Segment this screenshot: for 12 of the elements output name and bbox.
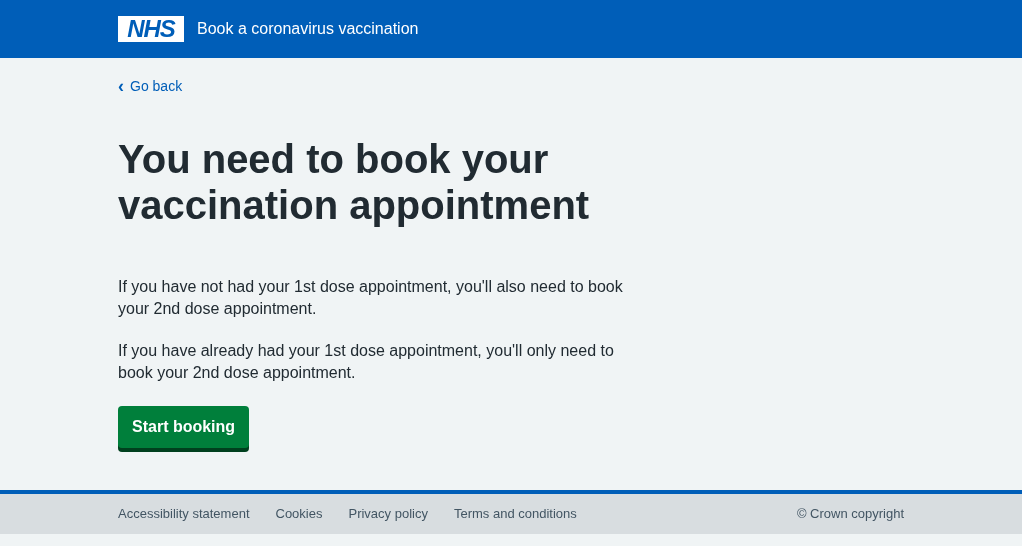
nhs-logo[interactable]: NHS <box>118 16 184 42</box>
footer-link[interactable]: Accessibility statement <box>118 506 250 521</box>
body-text: If you have not had your 1st dose appointment, you'll also need to book your 2nd dose appointment. <box>118 277 624 319</box>
chevron-icon: ‹ <box>118 79 124 93</box>
footer-link[interactable]: Privacy policy <box>348 506 428 521</box>
copyright-text: © Crown copyright <box>796 506 904 521</box>
back-link[interactable]: Go back <box>130 78 183 94</box>
body-text: If you have already had your 1st dose appointment, you'll only need to book your 2nd dose appointment. <box>118 341 615 383</box>
footer-link[interactable]: Terms and conditions <box>453 506 577 521</box>
footer-link[interactable]: Cookies <box>275 506 323 521</box>
service-name[interactable]: Book a coronavirus vaccination <box>197 20 419 38</box>
page-heading: You need to book your vaccination appointment <box>118 136 591 228</box>
